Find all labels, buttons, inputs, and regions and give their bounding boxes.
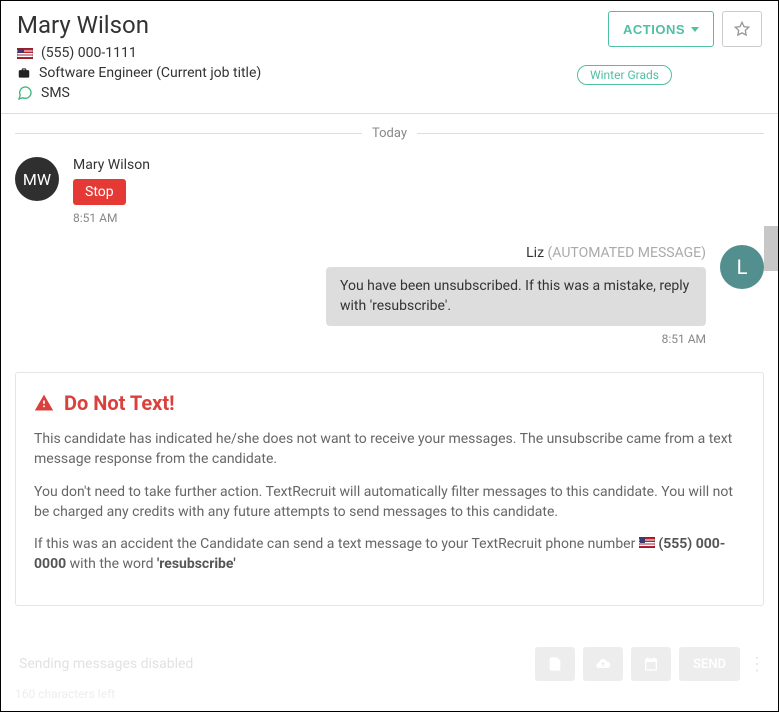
outgoing-message: Liz (AUTOMATED MESSAGE) You have been un… xyxy=(15,245,764,346)
warning-text-2: You don't need to take further action. T… xyxy=(34,482,745,523)
incoming-message: MW Mary Wilson Stop 8:51 AM xyxy=(15,157,764,225)
briefcase-icon xyxy=(17,66,31,80)
warning-text-3: If this was an accident the Candidate ca… xyxy=(34,534,745,575)
sender-out: Liz (AUTOMATED MESSAGE) xyxy=(526,245,706,261)
scrollbar[interactable] xyxy=(764,226,778,271)
warning-icon xyxy=(34,393,54,413)
star-icon xyxy=(734,21,750,37)
char-counter: 160 characters left xyxy=(15,687,764,701)
conversation-area: Today MW Mary Wilson Stop 8:51 AM Liz (A… xyxy=(1,114,778,364)
phone-row: (555) 000-1111 xyxy=(17,45,532,61)
message-text-stop: Stop xyxy=(73,179,126,205)
message-composer: Sending messages disabled SEND ⋮ 160 cha… xyxy=(1,639,778,711)
flag-us-icon xyxy=(639,537,655,548)
actions-button[interactable]: ACTIONS xyxy=(608,11,714,47)
candidate-name: Mary Wilson xyxy=(17,11,532,39)
send-button[interactable]: SEND xyxy=(679,647,740,681)
date-divider: Today xyxy=(15,126,764,141)
upload-button[interactable] xyxy=(583,647,623,681)
candidate-header: Mary Wilson (555) 000-1111 Software Engi… xyxy=(1,1,778,114)
message-time: 8:51 AM xyxy=(662,332,706,346)
cloud-upload-icon xyxy=(595,656,611,672)
message-time: 8:51 AM xyxy=(73,211,150,225)
avatar: MW xyxy=(15,157,59,201)
flag-us-icon xyxy=(17,48,33,59)
sender-name: Mary Wilson xyxy=(73,157,150,173)
warning-text-1: This candidate has indicated he/she does… xyxy=(34,429,745,470)
favorite-button[interactable] xyxy=(722,11,762,47)
warning-title: Do Not Text! xyxy=(34,391,745,415)
message-input[interactable]: Sending messages disabled xyxy=(15,648,527,680)
tag-pill[interactable]: Winter Grads xyxy=(577,65,672,85)
job-row: Software Engineer (Current job title) xyxy=(17,65,532,81)
calendar-button[interactable] xyxy=(631,647,671,681)
avatar: L xyxy=(720,245,764,289)
sms-row: SMS xyxy=(17,85,532,101)
file-icon xyxy=(547,656,563,672)
sms-icon xyxy=(17,85,33,101)
message-bubble: You have been unsubscribed. If this was … xyxy=(326,267,706,326)
more-button[interactable]: ⋮ xyxy=(748,654,764,675)
calendar-icon xyxy=(643,656,659,672)
template-button[interactable] xyxy=(535,647,575,681)
do-not-text-panel: Do Not Text! This candidate has indicate… xyxy=(15,372,764,606)
chevron-down-icon xyxy=(691,27,699,32)
channel-label: SMS xyxy=(41,85,70,101)
candidate-job: Software Engineer (Current job title) xyxy=(39,65,261,81)
candidate-phone: (555) 000-1111 xyxy=(41,45,137,61)
